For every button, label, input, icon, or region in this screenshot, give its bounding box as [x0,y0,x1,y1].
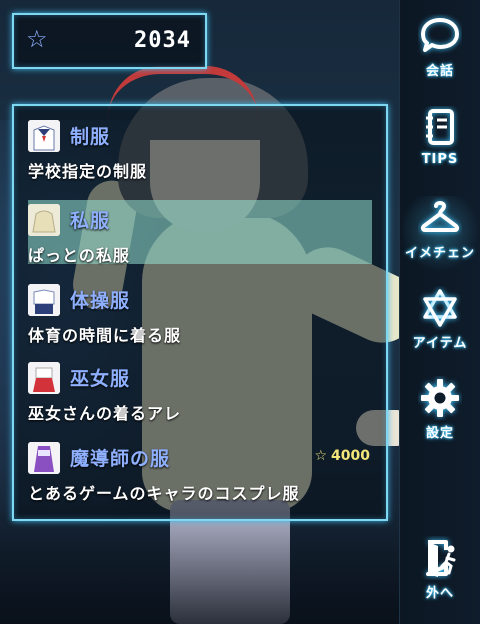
tips-label: TIPS [421,152,459,167]
costume-price: ☆ 4000 [314,448,370,464]
costume-name: 巫女服 [70,368,131,390]
school-uniform-icon [28,120,60,152]
costume-description: 学校指定の制服 [28,162,148,181]
hexagram-star-icon [423,289,457,327]
star-icon: ☆ [314,448,328,464]
price-value: 4000 [331,448,370,464]
costume-description: 巫女さんの着るアレ [28,404,182,423]
gear-icon [421,379,459,417]
costume-description: とあるゲームのキャラのコスプレ服 [28,484,300,503]
casual-clothes-icon [28,204,60,236]
hanger-icon [420,201,460,232]
go-out-button[interactable]: 外へ [400,536,480,612]
items-button[interactable]: アイテム [400,286,480,362]
costume-item-school-uniform[interactable]: 制服 学校指定の制服 [28,120,372,186]
settings-button[interactable]: 設定 [400,376,480,452]
talk-button[interactable]: 会話 [400,14,480,90]
costume-description: 体育の時間に着る服 [28,326,182,345]
costume-item-mage[interactable]: 魔導師の服 ☆ 4000 とあるゲームのキャラのコスプレ服 [28,442,372,508]
go-out-label: 外へ [425,586,454,601]
star-icon: ☆ [26,25,48,53]
costume-item-casual[interactable]: 私服 ぱっとの私服 [28,200,372,270]
floor-shadow [0,504,400,624]
side-menu: 会話 TIPS イメチェン アイテム 設定 外へ [399,0,480,624]
notebook-icon [426,109,454,145]
change-clothes-button[interactable]: イメチェン [400,196,480,272]
costume-name: 魔導師の服 [70,448,171,470]
mage-outfit-icon [28,442,60,474]
gym-clothes-icon [28,284,60,316]
items-label: アイテム [412,336,468,351]
tips-button[interactable]: TIPS [400,106,480,182]
shrine-maiden-icon [28,362,60,394]
exit-door-icon [426,540,456,577]
speech-bubble-icon [421,18,459,52]
costume-item-shrine-maiden[interactable]: 巫女服 巫女さんの着るアレ [28,362,372,428]
costume-item-gym[interactable]: 体操服 体育の時間に着る服 [28,284,372,350]
settings-label: 設定 [425,426,454,441]
star-counter: ☆ 2034 [12,13,207,69]
costume-name: 体操服 [70,290,131,312]
costume-name: 制服 [70,126,111,148]
talk-label: 会話 [425,64,454,79]
star-count: 2034 [134,28,191,53]
change-clothes-label: イメチェン [404,246,475,261]
costume-list-panel: 制服 学校指定の制服 私服 ぱっとの私服 体操服 体育の時間に着る服 巫女服 巫… [12,104,388,521]
costume-description: ぱっとの私服 [28,246,130,265]
costume-name: 私服 [70,210,111,232]
